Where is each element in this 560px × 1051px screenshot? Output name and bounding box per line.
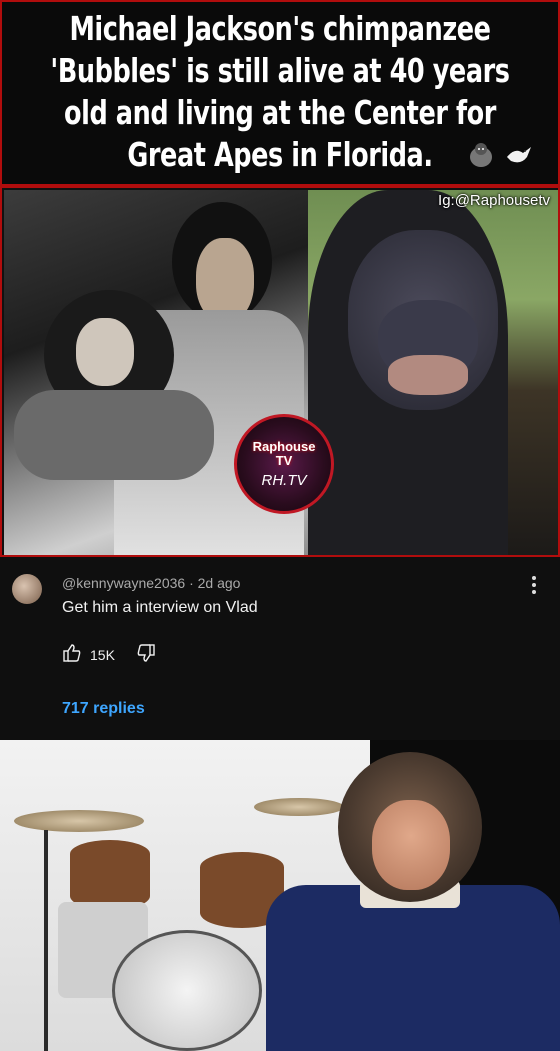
meme-photo-drummer-chimp <box>0 740 560 1051</box>
like-button[interactable]: 15K <box>62 643 115 666</box>
meta-separator: · <box>189 575 194 591</box>
meme-stack: Michael Jackson's chimpanzee 'Bubbles' i… <box>0 0 560 1051</box>
view-replies-link[interactable]: 717 replies <box>62 700 145 718</box>
headline-box: Michael Jackson's chimpanzee 'Bubbles' i… <box>0 0 560 186</box>
raphouse-logo: Raphouse TV RH.TV <box>234 414 334 514</box>
avatar[interactable] <box>12 574 42 604</box>
comment-time: 2d ago <box>197 575 241 591</box>
thumbs-down-icon <box>136 644 156 667</box>
thumbs-up-icon <box>62 643 82 666</box>
comment-text: Get him a interview on Vlad <box>62 599 258 616</box>
navy-polo-shirt <box>266 885 560 1051</box>
cymbal-stand <box>44 830 48 1051</box>
comment-meta: @kennywayne2036 · 2d ago <box>62 575 240 591</box>
emoji-row <box>464 138 536 172</box>
chimp-face <box>372 800 450 890</box>
comment-handle[interactable]: @kennywayne2036 <box>62 575 185 591</box>
dove-icon <box>502 138 536 172</box>
gorilla-icon <box>464 138 498 172</box>
like-count: 15K <box>90 646 115 663</box>
dislike-button[interactable] <box>136 643 156 668</box>
headline-text: Michael Jackson's chimpanzee 'Bubbles' i… <box>50 9 510 174</box>
photo-collage: Ig:@Raphousetv Raphouse TV RH.TV <box>0 186 560 557</box>
more-options-icon[interactable] <box>530 575 538 597</box>
bass-drum <box>112 930 262 1051</box>
watermark-handle: Ig:@Raphousetv <box>438 192 550 209</box>
news-post-image: Michael Jackson's chimpanzee 'Bubbles' i… <box>0 0 560 557</box>
cymbal-left <box>14 810 144 832</box>
photo-bubbles-now <box>308 190 558 555</box>
tom-drum-left <box>70 840 150 910</box>
cymbal-right <box>254 798 344 816</box>
youtube-comment: @kennywayne2036 · 2d ago Get him a inter… <box>0 557 560 740</box>
